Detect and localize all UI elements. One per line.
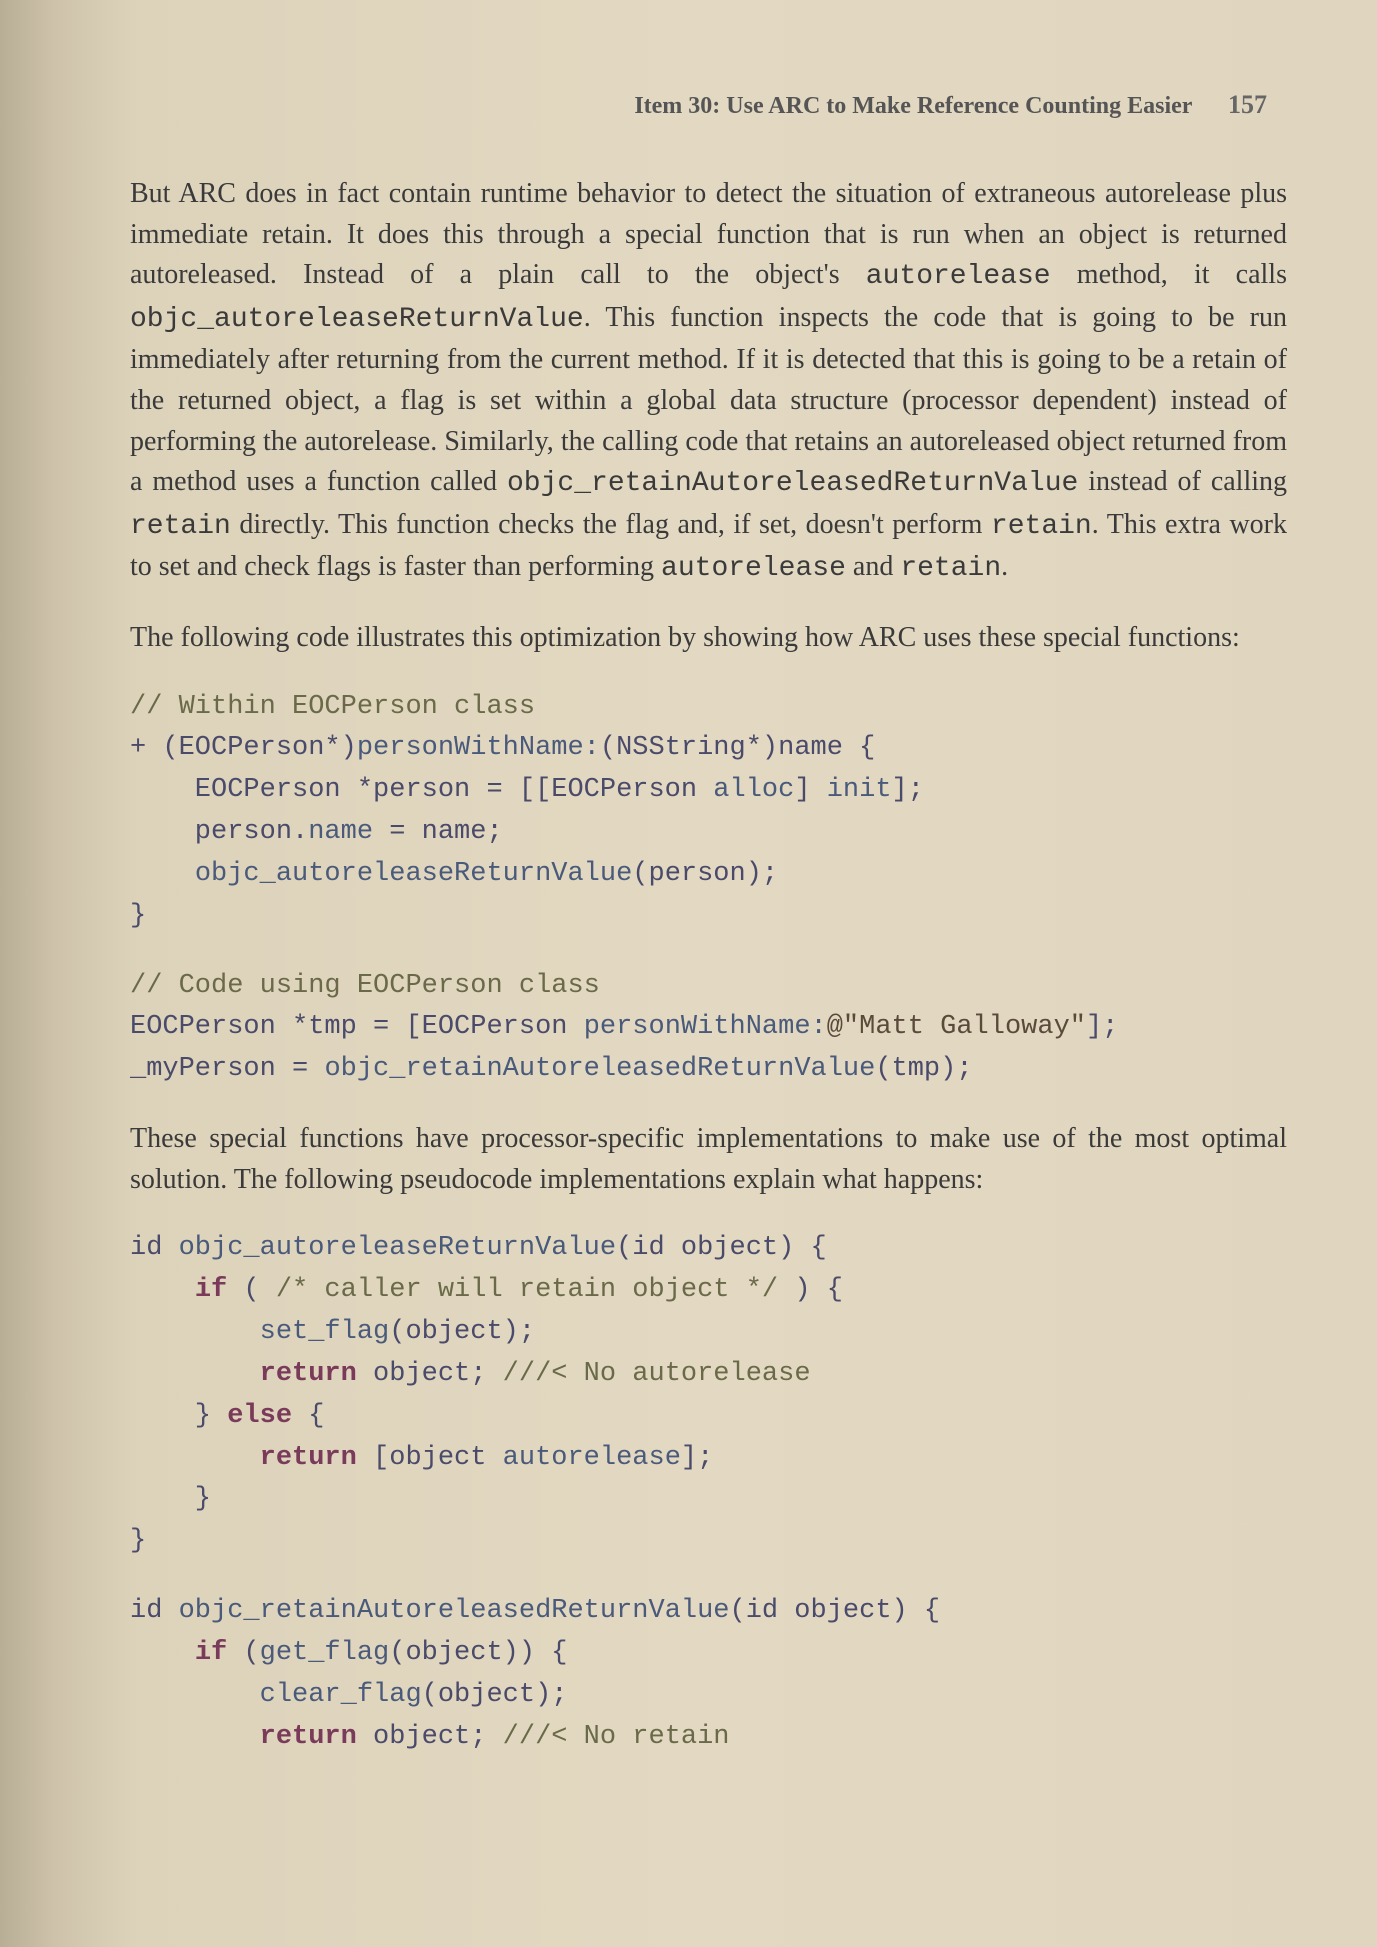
text: and <box>846 551 900 582</box>
code-method: alloc <box>713 775 794 805</box>
inline-code: autorelease <box>661 553 846 584</box>
code-method: autorelease <box>503 1443 681 1473</box>
code-text: } <box>130 901 146 931</box>
code-string: @"Matt Galloway" <box>827 1012 1086 1042</box>
paragraph-2: The following code illustrates this opti… <box>130 618 1287 659</box>
code-func: set_flag <box>260 1317 390 1347</box>
code-text <box>130 1443 260 1473</box>
paragraph-1: But ARC does in fact contain runtime beh… <box>130 174 1287 590</box>
code-text: person. <box>130 817 308 847</box>
code-text: } <box>130 1484 211 1514</box>
code-text: (tmp); <box>875 1054 972 1084</box>
code-block-4: id objc_retainAutoreleasedReturnValue(id… <box>130 1591 1287 1758</box>
code-text: ( <box>227 1275 276 1305</box>
code-text: ) { <box>778 1275 843 1305</box>
header-title: Item 30: Use ARC to Make Reference Count… <box>634 93 1192 119</box>
code-block-1: // Within EOCPerson class + (EOCPerson*)… <box>130 687 1287 938</box>
code-text: id <box>130 1596 179 1626</box>
page-number: 157 <box>1228 90 1267 119</box>
code-text: object; <box>357 1359 503 1389</box>
code-func: get_flag <box>260 1638 390 1668</box>
code-func: objc_autoreleaseReturnValue <box>195 859 632 889</box>
code-func: clear_flag <box>260 1680 422 1710</box>
inline-code: retain <box>900 553 1001 584</box>
code-comment: ///< No autorelease <box>503 1359 811 1389</box>
code-keyword: if <box>195 1275 227 1305</box>
code-keyword: return <box>260 1722 357 1752</box>
code-text: ]; <box>892 775 924 805</box>
code-text: EOCPerson *tmp = [EOCPerson <box>130 1012 584 1042</box>
inline-code: retain <box>991 511 1092 542</box>
text: instead of calling <box>1078 466 1287 497</box>
code-text: (id object) { <box>730 1596 941 1626</box>
code-keyword: return <box>260 1443 357 1473</box>
inline-code: retain <box>130 511 231 542</box>
inline-code: objc_retainAutoreleasedReturnValue <box>507 468 1078 499</box>
text: method, it calls <box>1051 259 1287 290</box>
code-text: ] <box>794 775 826 805</box>
code-text: (object)) { <box>389 1638 567 1668</box>
code-text: } <box>130 1526 146 1556</box>
code-text: (NSString*)name { <box>600 733 875 763</box>
code-text: (object); <box>389 1317 535 1347</box>
code-keyword: else <box>227 1401 292 1431</box>
code-func: objc_autoreleaseReturnValue <box>179 1233 616 1263</box>
code-comment: /* caller will retain object */ <box>276 1275 778 1305</box>
code-text: { <box>292 1401 324 1431</box>
code-text: (id object) { <box>616 1233 827 1263</box>
code-text: (object); <box>422 1680 568 1710</box>
code-func: objc_retainAutoreleasedReturnValue <box>179 1596 730 1626</box>
paragraph-3: These special functions have processor-s… <box>130 1119 1287 1200</box>
code-text: [object <box>357 1443 503 1473</box>
code-comment: // Within EOCPerson class <box>130 692 535 722</box>
inline-code: objc_autoreleaseReturnValue <box>130 304 584 335</box>
code-text: + (EOCPerson*) <box>130 733 357 763</box>
code-text <box>130 1680 260 1710</box>
code-text <box>130 1722 260 1752</box>
code-text: ]; <box>681 1443 713 1473</box>
code-text: _myPerson = <box>130 1054 324 1084</box>
code-block-3: id objc_autoreleaseReturnValue(id object… <box>130 1228 1287 1563</box>
code-text: ( <box>227 1638 259 1668</box>
code-text: id <box>130 1233 179 1263</box>
text: . <box>1001 551 1008 582</box>
code-text <box>130 1359 260 1389</box>
code-comment: // Code using EOCPerson class <box>130 971 600 1001</box>
code-method: init <box>827 775 892 805</box>
code-prop: name <box>308 817 373 847</box>
text: directly. This function checks the flag … <box>231 509 991 540</box>
code-text <box>130 1638 195 1668</box>
code-text: (person); <box>632 859 778 889</box>
code-text <box>130 1317 260 1347</box>
page-header: Item 30: Use ARC to Make Reference Count… <box>130 90 1287 120</box>
code-method: personWithName: <box>357 733 600 763</box>
code-method: personWithName: <box>584 1012 827 1042</box>
code-comment: ///< No retain <box>503 1722 730 1752</box>
code-text <box>130 859 195 889</box>
code-text: object; <box>357 1722 503 1752</box>
code-text: = name; <box>373 817 503 847</box>
book-page: Item 30: Use ARC to Make Reference Count… <box>0 0 1377 1947</box>
code-block-2: // Code using EOCPerson class EOCPerson … <box>130 966 1287 1092</box>
code-keyword: if <box>195 1638 227 1668</box>
code-text: ]; <box>1086 1012 1118 1042</box>
code-func: objc_retainAutoreleasedReturnValue <box>324 1054 875 1084</box>
code-text: } <box>130 1401 227 1431</box>
code-keyword: return <box>260 1359 357 1389</box>
inline-code: autorelease <box>866 261 1051 292</box>
code-text: EOCPerson *person = [[EOCPerson <box>130 775 713 805</box>
code-text <box>130 1275 195 1305</box>
